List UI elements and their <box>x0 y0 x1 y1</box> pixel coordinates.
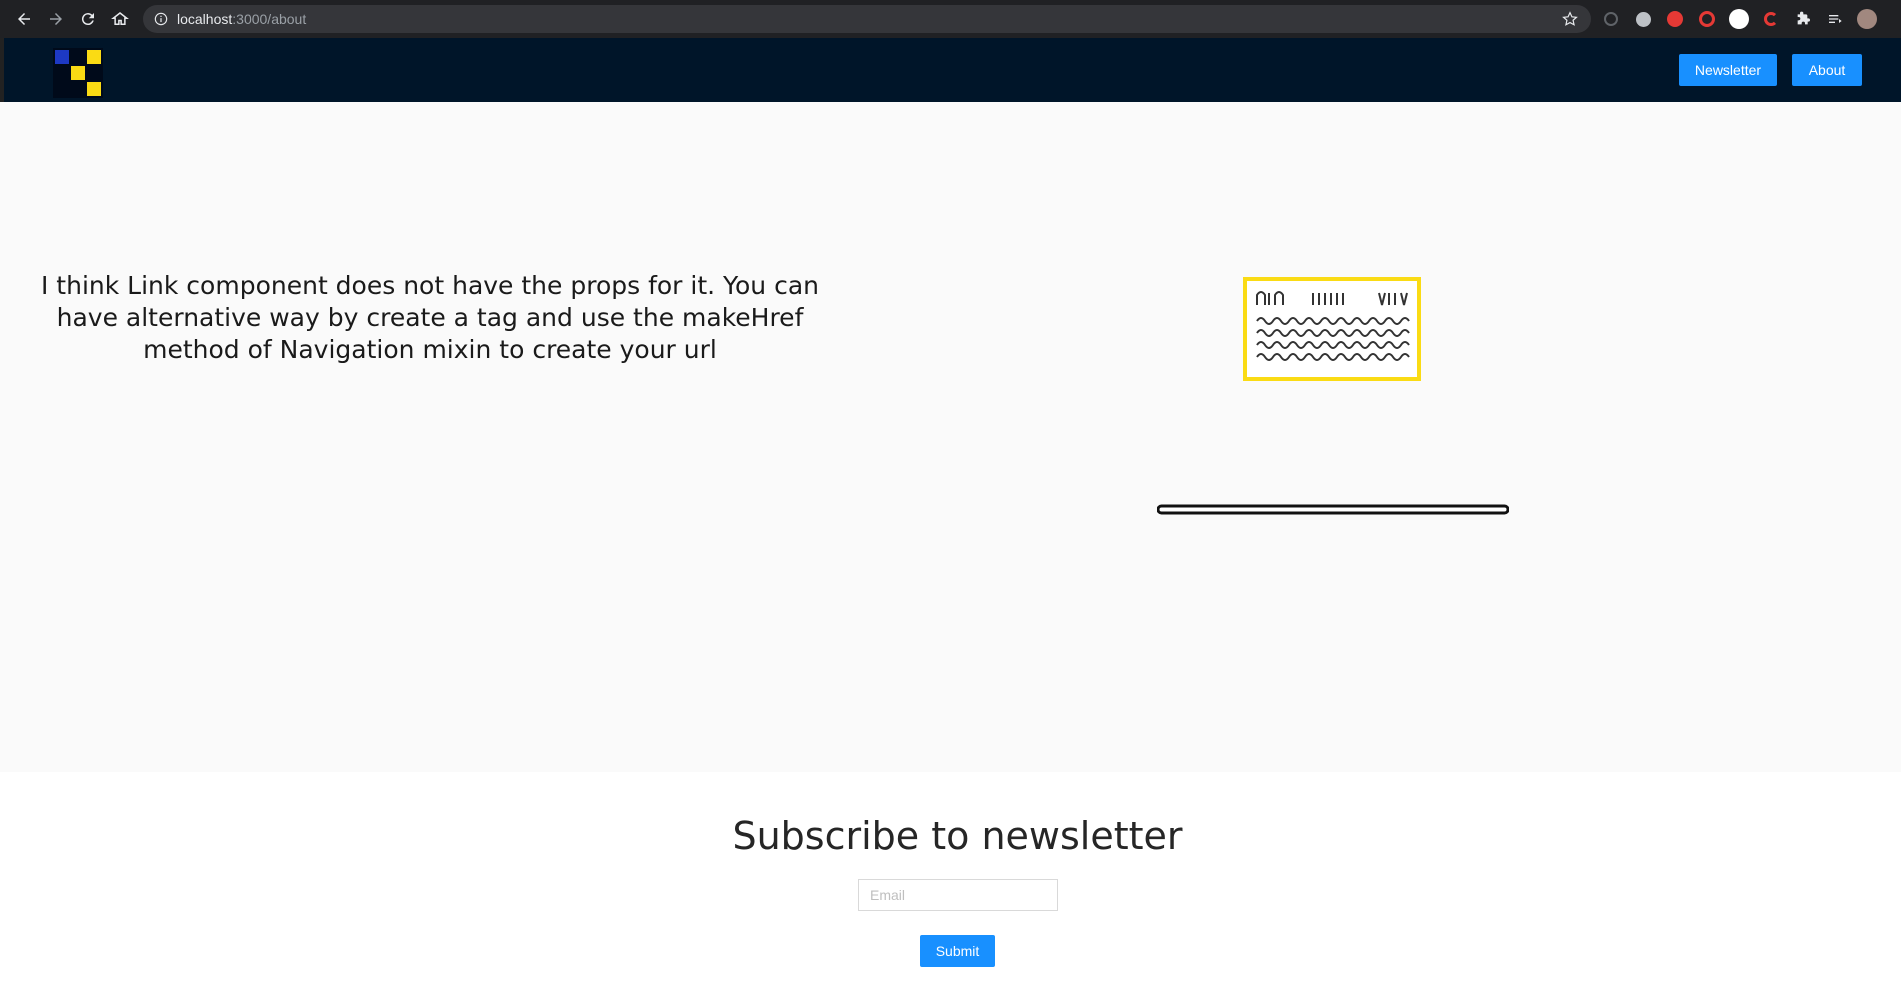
newsletter-title: Subscribe to newsletter <box>732 814 1183 858</box>
extension-f-icon[interactable] <box>1728 8 1750 30</box>
site-header: Newsletter About <box>0 38 1901 102</box>
reading-list-icon[interactable] <box>1824 8 1846 30</box>
address-bar[interactable]: localhost:3000/about <box>143 5 1591 33</box>
submit-button[interactable]: Submit <box>920 935 995 967</box>
globe-icon[interactable] <box>1632 8 1654 30</box>
avatar[interactable] <box>1856 8 1878 30</box>
puzzle-icon[interactable] <box>1792 8 1814 30</box>
forward-icon[interactable] <box>40 3 72 35</box>
extension-1-icon[interactable] <box>1600 8 1622 30</box>
email-field[interactable] <box>858 879 1058 911</box>
extension-red-icon[interactable] <box>1664 8 1686 30</box>
url-host: localhost <box>177 11 233 27</box>
home-icon[interactable] <box>104 3 136 35</box>
site-logo[interactable] <box>53 48 103 98</box>
hero-section: I think Link component does not have the… <box>0 102 1901 772</box>
newsletter-section: Subscribe to newsletter Submit <box>0 772 1901 992</box>
browser-toolbar: localhost:3000/about <box>0 0 1901 38</box>
laptop-illustration <box>1157 277 1509 515</box>
url-path: :3000/about <box>232 11 307 27</box>
nav-about-button[interactable]: About <box>1792 54 1862 86</box>
bookmark-star-icon[interactable] <box>1561 10 1579 28</box>
back-icon[interactable] <box>8 3 40 35</box>
hero-text: I think Link component does not have the… <box>40 271 819 364</box>
extension-c-icon[interactable] <box>1760 8 1782 30</box>
url-text: localhost:3000/about <box>177 11 306 27</box>
nav-newsletter-button[interactable]: Newsletter <box>1679 54 1777 86</box>
reload-icon[interactable] <box>72 3 104 35</box>
extension-badge-icon[interactable] <box>1696 8 1718 30</box>
info-icon[interactable] <box>153 11 169 27</box>
